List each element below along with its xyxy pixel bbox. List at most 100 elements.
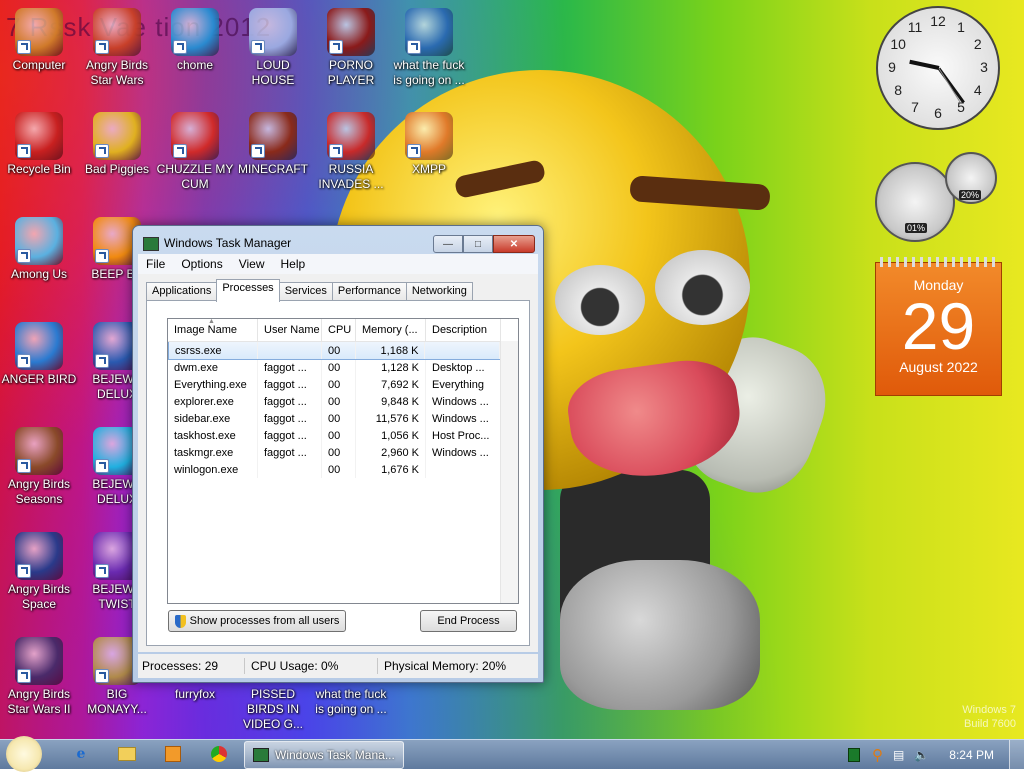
- tray-app-icon[interactable]: [848, 747, 860, 762]
- media-player-icon[interactable]: [162, 744, 184, 764]
- calendar-date: 29: [901, 289, 976, 363]
- end-process-button[interactable]: End Process: [420, 610, 517, 632]
- clock-numeral: 3: [980, 59, 988, 75]
- shortcut-arrow-icon: [173, 40, 187, 54]
- desktop-icon[interactable]: Angry Birds Space: [0, 532, 78, 612]
- desktop-icon[interactable]: Computer: [0, 8, 78, 73]
- show-all-processes-button[interactable]: Show processes from all users: [168, 610, 346, 632]
- menu-options[interactable]: Options: [173, 257, 230, 271]
- desktop-icon[interactable]: what the fuck is going on ...: [390, 8, 468, 88]
- computer-icon: [15, 8, 63, 56]
- tab-performance[interactable]: Performance: [331, 282, 407, 302]
- close-button[interactable]: ✕: [493, 235, 535, 253]
- minimize-icon: —: [443, 238, 453, 250]
- shortcut-arrow-icon: [95, 40, 109, 54]
- process-cell-mem: 9,848 K: [356, 393, 426, 410]
- task-manager-window[interactable]: Windows Task Manager — □ ✕ File Options …: [132, 225, 544, 683]
- network-icon[interactable]: ▤: [893, 748, 904, 762]
- process-cell-desc: Windows ...: [426, 444, 501, 461]
- desktop-icon[interactable]: Angry Birds Star Wars II: [0, 637, 78, 717]
- processes-panel: ▲ Image Name User Name CPU Memory (... D…: [146, 300, 530, 646]
- radiation-icon: [327, 112, 375, 160]
- menu-file[interactable]: File: [138, 257, 173, 271]
- desktop-icon[interactable]: XMPP: [390, 112, 468, 177]
- process-row[interactable]: winlogon.exe 00 1,676 K: [168, 461, 518, 478]
- desktop-icon[interactable]: CHUZZLE MY CUM: [156, 112, 234, 192]
- shortcut-arrow-icon: [329, 40, 343, 54]
- memory-meter-value: 20%: [959, 190, 982, 200]
- desktop-icon-label: Computer: [12, 58, 66, 72]
- process-row[interactable]: dwm.exe faggot ... 00 1,128 K Desktop ...: [168, 359, 518, 376]
- desktop-icon[interactable]: Bad Piggies: [78, 112, 156, 177]
- show-all-processes-label: Show processes from all users: [189, 615, 340, 627]
- process-row[interactable]: taskmgr.exe faggot ... 00 2,960 K Windows ..…: [168, 444, 518, 461]
- process-cell-user: [258, 342, 323, 359]
- desktop-icon-label: RUSSIA INVADES ...: [318, 162, 384, 191]
- desktop-icon-label: what the fuck is going on ...: [393, 58, 465, 87]
- desktop-icon-label: LOUD HOUSE: [251, 58, 295, 87]
- search-icon[interactable]: ⚲: [872, 746, 883, 764]
- show-desktop-button[interactable]: [1009, 740, 1024, 769]
- tab-networking[interactable]: Networking: [405, 282, 473, 302]
- status-physical-memory: Physical Memory: 20%: [384, 659, 507, 673]
- internet-explorer-icon[interactable]: e: [70, 744, 92, 764]
- desktop-icon[interactable]: PORNO PLAYER: [312, 8, 390, 88]
- desktop-icon-label: Recycle Bin: [7, 162, 71, 176]
- column-memory[interactable]: Memory (...: [356, 319, 426, 341]
- desktop-icon[interactable]: chome: [156, 8, 234, 73]
- clock-numeral: 5: [957, 98, 965, 115]
- process-cell-desc: Everything: [426, 376, 501, 393]
- desktop-icon[interactable]: RUSSIA INVADES ...: [312, 112, 390, 192]
- tab-processes[interactable]: Processes: [216, 279, 280, 302]
- process-list[interactable]: ▲ Image Name User Name CPU Memory (... D…: [167, 318, 519, 604]
- calendar-gadget[interactable]: Monday 29 August 2022: [875, 257, 1002, 396]
- status-cpu-usage: CPU Usage: 0%: [245, 658, 378, 674]
- column-cpu[interactable]: CPU: [322, 319, 356, 341]
- chrome-icon[interactable]: [208, 744, 230, 764]
- process-row[interactable]: taskhost.exe faggot ... 00 1,056 K Host Proc…: [168, 427, 518, 444]
- process-row[interactable]: explorer.exe faggot ... 00 9,848 K Windows .…: [168, 393, 518, 410]
- clock-gadget[interactable]: 12 1 2 3 4 5 6 7 8 9 10 11: [876, 6, 1000, 130]
- desktop-icon-label: MINECRAFT: [238, 162, 308, 176]
- minimize-button[interactable]: —: [433, 235, 463, 253]
- system-tray: ⚲ ▤ 🔈 8:24 PM: [848, 740, 994, 769]
- clock-time[interactable]: 8:24 PM: [949, 748, 994, 762]
- shortcut-arrow-icon: [95, 249, 109, 263]
- angry-bird-icon: [15, 322, 63, 370]
- calendar-month: August 2022: [899, 359, 978, 375]
- desktop-icon[interactable]: ANGER BIRD: [0, 322, 78, 387]
- process-cell-name: sidebar.exe: [168, 410, 258, 427]
- vertical-scrollbar[interactable]: [500, 341, 518, 603]
- process-rows: csrss.exe 00 1,168 Kdwm.exe faggot ... 00 1,1…: [168, 341, 518, 478]
- maximize-button[interactable]: □: [463, 235, 493, 253]
- menu-help[interactable]: Help: [273, 257, 314, 271]
- shortcut-arrow-icon: [95, 669, 109, 683]
- tab-applications[interactable]: Applications: [146, 282, 218, 302]
- process-row[interactable]: sidebar.exe faggot ... 00 11,576 K Windows .…: [168, 410, 518, 427]
- file-explorer-icon[interactable]: [116, 744, 138, 764]
- desktop-icon[interactable]: Angry Birds Seasons: [0, 427, 78, 507]
- volume-icon[interactable]: 🔈: [914, 748, 929, 762]
- cpu-meter-gadget[interactable]: 01% 20%: [875, 152, 1000, 244]
- process-row[interactable]: csrss.exe 00 1,168 K: [168, 341, 501, 360]
- process-row[interactable]: Everything.exe faggot ... 00 7,692 K Everyth…: [168, 376, 518, 393]
- shortcut-arrow-icon: [95, 144, 109, 158]
- desktop-icon[interactable]: MINECRAFT: [234, 112, 312, 177]
- process-cell-cpu: 00: [322, 427, 356, 444]
- shortcut-arrow-icon: [17, 249, 31, 263]
- desktop-icon[interactable]: Angry Birds Star Wars: [78, 8, 156, 88]
- start-button[interactable]: [6, 736, 42, 772]
- process-cell-desc: Host Proc...: [426, 427, 501, 444]
- desktop-icon[interactable]: Recycle Bin: [0, 112, 78, 177]
- menu-view[interactable]: View: [231, 257, 273, 271]
- column-description[interactable]: Description: [426, 319, 501, 341]
- recycle-bin-icon: [15, 112, 63, 160]
- process-cell-cpu: 00: [322, 376, 356, 393]
- tab-services[interactable]: Services: [278, 282, 333, 302]
- desktop-icon[interactable]: LOUD HOUSE: [234, 8, 312, 88]
- watermark-line-2: Build 7600: [964, 718, 1016, 730]
- taskbar-task-manager-button[interactable]: Windows Task Mana...: [244, 741, 404, 769]
- column-user-name[interactable]: User Name: [258, 319, 322, 341]
- process-cell-name: csrss.exe: [169, 342, 259, 359]
- desktop-icon[interactable]: Among Us: [0, 217, 78, 282]
